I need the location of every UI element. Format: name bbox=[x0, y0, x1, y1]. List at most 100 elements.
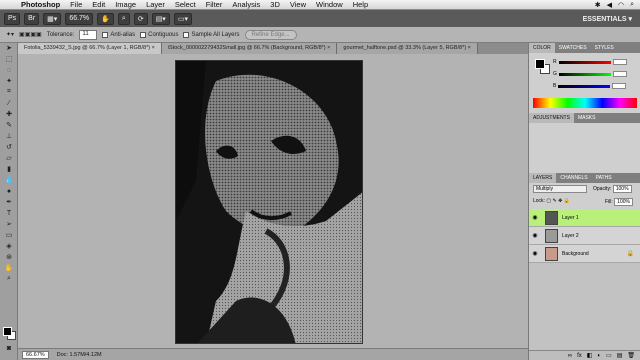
lock-position-icon[interactable]: ✥ bbox=[558, 198, 562, 204]
layer-row-layer-1[interactable]: ◉ Layer 1 bbox=[529, 209, 640, 227]
zoom-tool-icon[interactable]: ⌕ bbox=[117, 12, 130, 25]
layer-style-icon[interactable]: fx bbox=[577, 353, 582, 359]
arrange-documents-icon[interactable]: ▤▾ bbox=[151, 12, 170, 25]
dodge-tool-icon[interactable]: ● bbox=[1, 186, 17, 196]
hand-tool-icon[interactable]: ✋ bbox=[1, 263, 17, 273]
tab-adjustments[interactable]: ADJUSTMENTS bbox=[529, 113, 574, 123]
tab-paths[interactable]: PATHS bbox=[592, 173, 616, 183]
brush-tool-icon[interactable]: ✎ bbox=[1, 120, 17, 130]
adjustment-layer-icon[interactable]: ◐ bbox=[597, 353, 601, 359]
gradient-tool-icon[interactable]: ▮ bbox=[1, 164, 17, 174]
selection-mode-icons[interactable]: ▣▣▣▣ bbox=[19, 31, 42, 38]
delete-layer-icon[interactable]: 🗑 bbox=[627, 352, 635, 359]
zoom-tool-icon[interactable]: ⌕ bbox=[1, 274, 17, 284]
layer-mask-icon[interactable]: ◧ bbox=[587, 352, 593, 359]
red-value-field[interactable] bbox=[612, 59, 627, 65]
spotlight-icon[interactable]: ⌕ bbox=[630, 1, 634, 9]
workspace-switcher[interactable]: ESSENTIALS ▾ bbox=[583, 15, 632, 23]
tab-styles[interactable]: STYLES bbox=[591, 43, 618, 53]
3d-orbit-tool-icon[interactable]: ⊛ bbox=[1, 252, 17, 262]
tab-layers[interactable]: LAYERS bbox=[529, 173, 557, 183]
tolerance-input[interactable]: 11 bbox=[79, 29, 98, 40]
menu-view[interactable]: View bbox=[285, 0, 311, 9]
magic-wand-tool-icon[interactable]: ✦ bbox=[1, 76, 17, 86]
sample-all-layers-checkbox[interactable]: Sample All Layers bbox=[183, 31, 240, 38]
opacity-field[interactable]: 100% bbox=[612, 185, 632, 193]
layer-row-background[interactable]: ◉ Background 🔒 bbox=[529, 245, 640, 263]
contiguous-checkbox[interactable]: Contiguous bbox=[140, 31, 178, 38]
red-slider[interactable] bbox=[558, 60, 611, 64]
eyedropper-tool-icon[interactable]: ⁄ bbox=[1, 98, 17, 108]
fill-field[interactable]: 100% bbox=[614, 198, 633, 206]
pen-tool-icon[interactable]: ✒ bbox=[1, 197, 17, 207]
panel-foreground-swatch[interactable] bbox=[535, 59, 545, 69]
document-size-info[interactable]: Doc: 1.57M/4.12M bbox=[57, 352, 102, 358]
blue-slider-row[interactable]: B bbox=[553, 83, 637, 89]
canvas-area[interactable] bbox=[18, 54, 528, 348]
screen-mode-icon[interactable]: ▭▾ bbox=[173, 12, 192, 25]
green-slider[interactable] bbox=[558, 72, 611, 76]
blend-mode-dropdown[interactable]: Multiply bbox=[533, 185, 587, 193]
zoom-level-dropdown[interactable]: 66.7% bbox=[65, 12, 94, 25]
status-zoom-field[interactable]: 66.67% bbox=[22, 350, 49, 359]
rotate-view-icon[interactable]: ⟳ bbox=[133, 12, 148, 25]
new-layer-icon[interactable]: ▤ bbox=[617, 352, 623, 359]
menu-image[interactable]: Image bbox=[110, 0, 141, 9]
link-layers-icon[interactable]: ∞ bbox=[568, 353, 572, 359]
anti-alias-checkbox[interactable]: Anti-alias bbox=[102, 31, 135, 38]
tab-istock[interactable]: iStock_000002279432Small.jpg @ 66.7% (Ba… bbox=[161, 43, 338, 54]
document-canvas-image[interactable] bbox=[175, 60, 363, 344]
menu-layer[interactable]: Layer bbox=[141, 0, 170, 9]
green-value-field[interactable] bbox=[612, 71, 627, 77]
menu-3d[interactable]: 3D bbox=[265, 0, 285, 9]
blue-value-field[interactable] bbox=[612, 83, 627, 89]
visibility-eye-icon[interactable]: ◉ bbox=[529, 232, 541, 239]
menu-file[interactable]: File bbox=[65, 0, 87, 9]
view-extras-button[interactable]: ▦▾ bbox=[43, 12, 62, 25]
healing-brush-tool-icon[interactable]: ✚ bbox=[1, 109, 17, 119]
menu-app-name[interactable]: Photoshop bbox=[16, 0, 65, 9]
tab-swatches[interactable]: SWATCHES bbox=[555, 43, 591, 53]
tab-channels[interactable]: CHANNELS bbox=[556, 173, 591, 183]
blue-slider[interactable] bbox=[558, 84, 611, 88]
visibility-eye-icon[interactable]: ◉ bbox=[529, 214, 541, 221]
color-spectrum-ramp[interactable] bbox=[533, 98, 637, 108]
refine-edge-button[interactable]: Refine Edge... bbox=[244, 29, 297, 40]
crop-tool-icon[interactable]: ⌗ bbox=[1, 87, 17, 97]
foreground-color-swatch[interactable] bbox=[3, 327, 12, 336]
magic-wand-preset-icon[interactable]: ✦▾ bbox=[6, 31, 14, 38]
eraser-tool-icon[interactable]: ▱ bbox=[1, 153, 17, 163]
marquee-tool-icon[interactable]: ⬚ bbox=[1, 54, 17, 64]
quick-mask-icon[interactable]: ◙ bbox=[1, 343, 17, 353]
menu-analysis[interactable]: Analysis bbox=[227, 0, 265, 9]
bridge-button[interactable]: Br bbox=[24, 12, 40, 25]
lasso-tool-icon[interactable]: ◌ bbox=[1, 65, 17, 75]
volume-icon[interactable]: ◀ bbox=[607, 1, 612, 9]
clone-stamp-tool-icon[interactable]: ⊥ bbox=[1, 131, 17, 141]
new-group-icon[interactable]: ▭ bbox=[606, 352, 612, 359]
wifi-icon[interactable]: ◠ bbox=[618, 1, 624, 9]
lock-transparency-icon[interactable]: ▢ bbox=[546, 198, 551, 204]
tab-gourmet-halftone[interactable]: gourmet_halftone.psd @ 33.3% (Layer 5, R… bbox=[337, 43, 478, 54]
tab-masks[interactable]: MASKS bbox=[574, 113, 600, 123]
lock-all-icon[interactable]: 🔒 bbox=[564, 198, 570, 204]
3d-rotate-tool-icon[interactable]: ◈ bbox=[1, 241, 17, 251]
red-slider-row[interactable]: R bbox=[553, 59, 637, 65]
menu-window[interactable]: Window bbox=[311, 0, 348, 9]
menu-filter[interactable]: Filter bbox=[201, 0, 228, 9]
menu-edit[interactable]: Edit bbox=[87, 0, 110, 9]
visibility-eye-icon[interactable]: ◉ bbox=[529, 250, 541, 257]
menu-help[interactable]: Help bbox=[348, 0, 373, 9]
move-tool-icon[interactable]: ➤ bbox=[1, 43, 17, 53]
menu-select[interactable]: Select bbox=[170, 0, 201, 9]
lock-image-icon[interactable]: ✎ bbox=[552, 198, 556, 204]
tab-color[interactable]: COLOR bbox=[529, 43, 555, 53]
shape-tool-icon[interactable]: ▭ bbox=[1, 230, 17, 240]
green-slider-row[interactable]: G bbox=[553, 71, 637, 77]
path-selection-tool-icon[interactable]: ➢ bbox=[1, 219, 17, 229]
type-tool-icon[interactable]: T bbox=[1, 208, 17, 218]
history-brush-tool-icon[interactable]: ↺ bbox=[1, 142, 17, 152]
layer-row-layer-2[interactable]: ◉ Layer 2 bbox=[529, 227, 640, 245]
hand-tool-icon[interactable]: ✋ bbox=[97, 12, 114, 25]
tab-fotolia[interactable]: Fotolia_5339432_S.jpg @ 66.7% (Layer 1, … bbox=[18, 43, 162, 54]
